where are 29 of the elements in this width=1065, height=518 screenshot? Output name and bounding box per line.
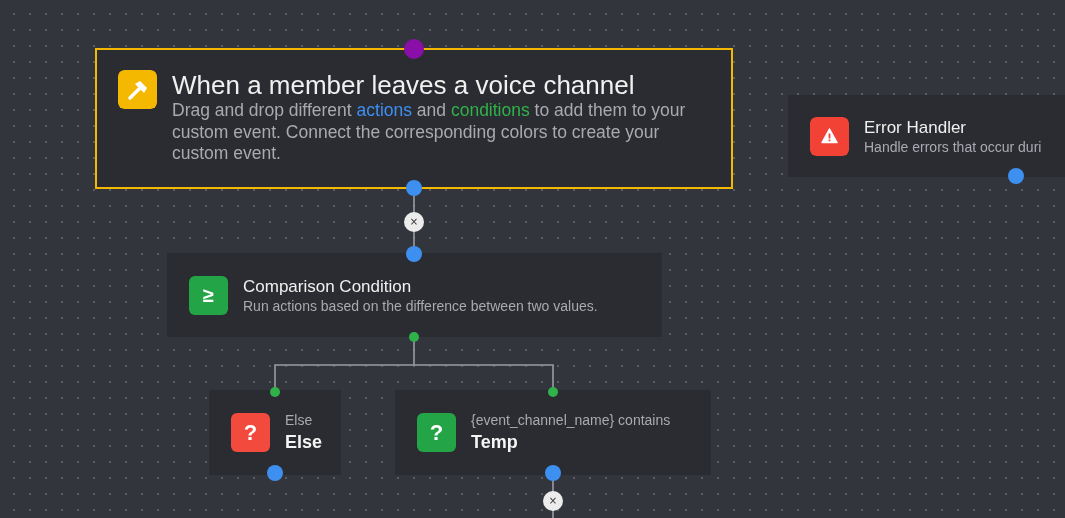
output-port[interactable]	[406, 180, 422, 196]
node-title: Comparison Condition	[243, 275, 413, 297]
node-description: Handle errors that occur duri	[864, 137, 1042, 156]
question-icon: ?	[417, 413, 456, 452]
node-card[interactable]: Error Handler Handle errors that occur duri	[788, 95, 1065, 177]
node-card[interactable]: ? {event_channel_name} contains Temp	[395, 390, 711, 475]
node-card[interactable]: ≥ Comparison Condition Run actions based on the difference between two values.	[167, 253, 662, 337]
node-label: Else	[285, 411, 314, 430]
node-description: Run actions based on the difference between two values.	[243, 296, 598, 315]
output-port[interactable]	[267, 465, 283, 481]
output-port[interactable]	[1008, 168, 1024, 184]
comparison-icon: ≥	[189, 275, 228, 315]
question-icon: ?	[231, 413, 270, 452]
remove-connection-button[interactable]: ×	[543, 491, 563, 511]
node-label: {event_channel_name} contains	[471, 411, 671, 430]
node-title: Temp	[471, 431, 519, 454]
input-port[interactable]	[270, 387, 280, 397]
node-card[interactable]: When a member leaves a voice channel Drag and drop different actions and conditions to add them to your custom event. Connect the corresponding colors to create your custom event.	[95, 48, 733, 189]
node-title: When a member leaves a voice channel	[172, 70, 636, 100]
remove-connection-button[interactable]: ×	[404, 212, 424, 232]
input-port[interactable]	[548, 387, 558, 397]
input-port[interactable]	[404, 39, 424, 59]
input-port[interactable]	[406, 246, 422, 262]
output-port[interactable]	[545, 465, 561, 481]
node-description: Drag and drop different actions and conditions to add them to your custom event. Connect the corresponding colors to create your custom event.	[172, 100, 687, 165]
node-title: Else	[285, 431, 323, 454]
node-card[interactable]: ? Else Else	[209, 390, 341, 475]
output-port[interactable]	[409, 332, 419, 342]
node-title: Error Handler	[864, 116, 968, 138]
